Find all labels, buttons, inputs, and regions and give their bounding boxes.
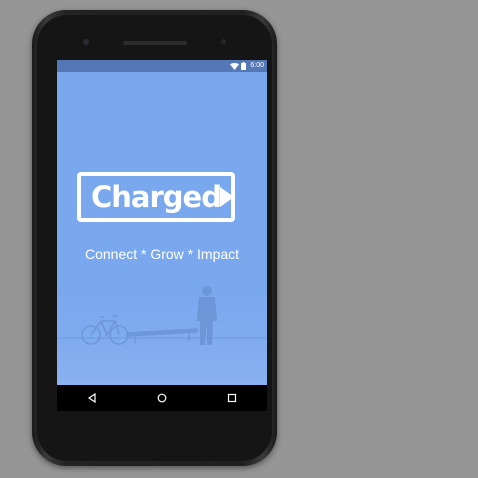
back-button[interactable] xyxy=(80,388,104,408)
tagline: Connect * Grow * Impact xyxy=(84,246,240,262)
home-button[interactable] xyxy=(150,388,174,408)
recents-icon xyxy=(227,393,237,403)
back-icon xyxy=(87,393,96,403)
home-icon xyxy=(157,393,167,403)
charged-logo: Charged xyxy=(77,172,235,222)
background-scene-image xyxy=(57,275,267,385)
navigation-bar xyxy=(57,385,267,411)
battery-icon xyxy=(241,62,247,70)
wifi-icon xyxy=(230,62,240,70)
splash-screen: Charged Connect * Grow * Impact xyxy=(57,72,267,385)
sensor-icon xyxy=(221,39,226,44)
front-camera-icon xyxy=(83,39,89,45)
recents-button[interactable] xyxy=(220,388,244,408)
logo-text: Charged xyxy=(91,180,222,214)
logo-arrow-icon xyxy=(220,187,234,207)
status-bar: 6:00 xyxy=(57,60,267,72)
earpiece xyxy=(122,41,187,45)
phone-screen: 6:00 Charged Connect * Grow * Impact xyxy=(57,60,267,411)
status-time: 6:00 xyxy=(250,62,264,69)
